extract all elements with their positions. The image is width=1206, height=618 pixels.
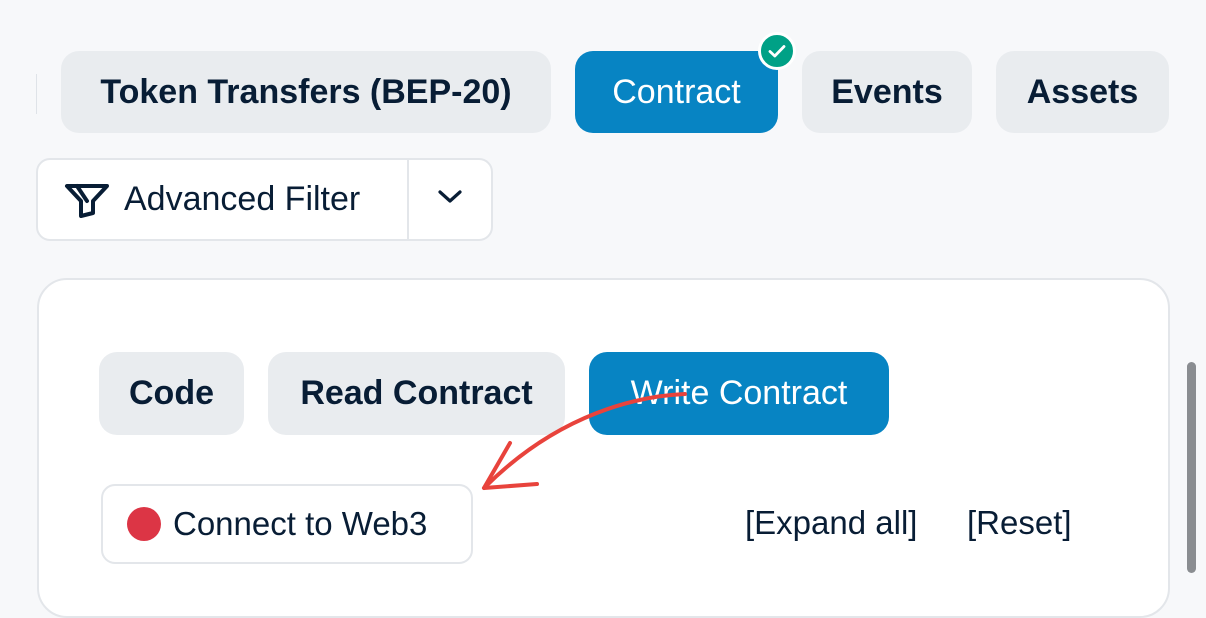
connect-label: Connect to Web3	[173, 505, 428, 542]
advanced-filter-toggle[interactable]	[409, 160, 491, 239]
status-dot-icon	[127, 507, 161, 541]
tab-label: Write Contract	[630, 374, 848, 412]
tab-read-contract[interactable]: Read Contract	[268, 352, 565, 435]
filter-icon	[64, 182, 110, 218]
tab-token-transfers[interactable]: Token Transfers (BEP-20)	[61, 51, 551, 133]
tab-label: Assets	[1026, 72, 1139, 111]
contract-card	[37, 278, 1170, 618]
tab-write-contract[interactable]: Write Contract	[589, 352, 889, 435]
tab-label: Read Contract	[300, 374, 533, 412]
tab-contract[interactable]: Contract	[575, 51, 778, 133]
tab-label: Events	[831, 72, 943, 111]
expand-all-link[interactable]: [Expand all]	[745, 504, 917, 542]
tab-code[interactable]: Code	[99, 352, 244, 435]
chevron-down-icon	[437, 189, 463, 210]
advanced-filter-label: Advanced Filter	[124, 180, 361, 218]
tab-events[interactable]: Events	[802, 51, 972, 133]
tab-label: Token Transfers (BEP-20)	[100, 72, 512, 111]
tab-assets[interactable]: Assets	[996, 51, 1169, 133]
tab-divider	[36, 74, 37, 114]
tab-label: Contract	[612, 72, 741, 111]
advanced-filter-button[interactable]: Advanced Filter	[38, 160, 409, 239]
scrollbar[interactable]	[1187, 362, 1196, 573]
reset-link[interactable]: [Reset]	[967, 504, 1072, 542]
connect-web3-button[interactable]: Connect to Web3	[101, 484, 473, 564]
advanced-filter-group: Advanced Filter	[36, 158, 493, 241]
tab-label: Code	[129, 374, 214, 412]
verified-check-icon	[758, 32, 796, 70]
